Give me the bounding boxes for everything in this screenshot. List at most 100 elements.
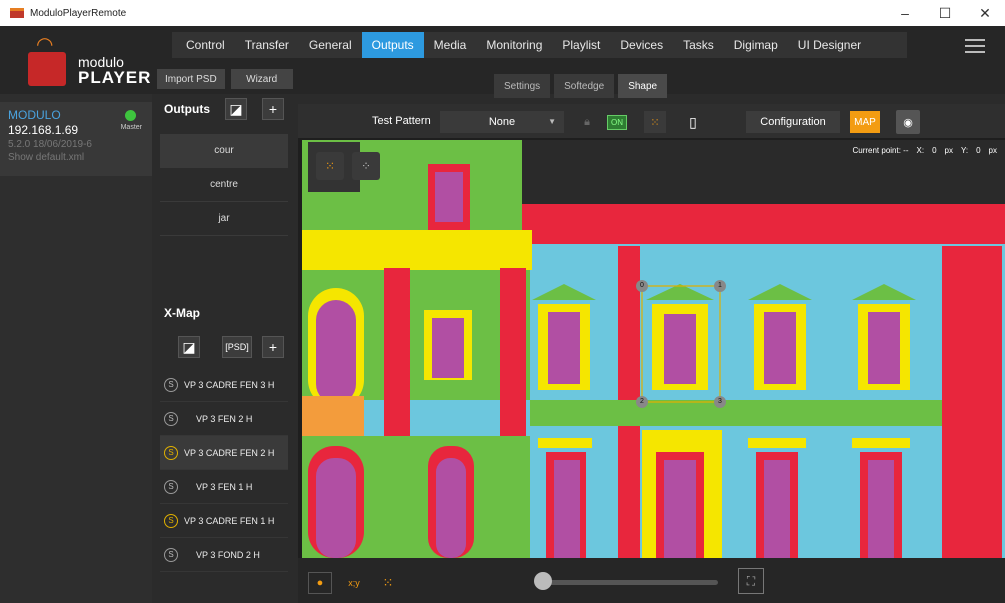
- logo-box: [28, 52, 66, 86]
- shape-badge-icon: S: [164, 513, 178, 528]
- chevron-down-icon: ▼: [548, 117, 556, 126]
- viewer-bottom-bar: ● x;y ⁙ ⛶: [298, 558, 1005, 603]
- configuration-button[interactable]: Configuration: [746, 111, 840, 133]
- point-select-icon[interactable]: ●: [308, 572, 332, 594]
- nav-control[interactable]: Control: [176, 32, 235, 58]
- main-nav: Control Transfer General Outputs Media M…: [172, 32, 907, 58]
- output-item-jar[interactable]: jar: [160, 202, 288, 236]
- mapping-canvas[interactable]: 0 1 2 3 ⁙ ⁘ Current point: -- X: 0 px Y:…: [302, 140, 1005, 558]
- import-psd-button[interactable]: Import PSD: [157, 69, 225, 89]
- control-point[interactable]: 3: [714, 396, 726, 408]
- xmap-item[interactable]: S VP 3 CADRE FEN 3 H: [160, 368, 288, 402]
- x-unit: px: [944, 146, 953, 155]
- xmap-item-label: VP 3 FEN 1 H: [196, 481, 253, 492]
- nav-devices[interactable]: Devices: [610, 32, 673, 58]
- y-label: Y:: [960, 146, 969, 155]
- corner-points-icon[interactable]: ⁙: [376, 572, 400, 594]
- xmap-item[interactable]: S VP 3 FEN 1 H: [160, 470, 288, 504]
- server-card[interactable]: MODULO 192.168.1.69 5.2.0 18/06/2019-6 S…: [0, 102, 152, 176]
- import-output-icon[interactable]: ◪: [225, 98, 247, 120]
- server-panel: MODULO 192.168.1.69 5.2.0 18/06/2019-6 S…: [0, 94, 152, 603]
- test-pattern-value: None: [488, 116, 516, 128]
- map-button[interactable]: MAP: [850, 111, 880, 133]
- x-label: X:: [916, 146, 925, 155]
- import-xmap-icon[interactable]: ◪: [178, 336, 200, 358]
- server-version: 5.2.0 18/06/2019-6: [8, 139, 92, 150]
- output-subtabs: Settings Softedge Shape: [494, 74, 668, 98]
- modulo-player-logo: ◠ modulo PLAYER: [20, 32, 155, 90]
- hamburger-menu-icon[interactable]: [963, 36, 987, 56]
- xmap-item[interactable]: S VP 3 CADRE FEN 2 H: [160, 436, 288, 470]
- fit-to-screen-icon[interactable]: ⛶: [738, 568, 764, 594]
- shape-badge-icon: S: [164, 377, 178, 392]
- close-button[interactable]: ✕: [965, 0, 1005, 26]
- facade-map-image: [302, 140, 1005, 558]
- control-point[interactable]: 1: [714, 280, 726, 292]
- grid-dots-outline-icon[interactable]: ⁘: [352, 152, 380, 180]
- add-xmap-button[interactable]: +: [262, 336, 284, 358]
- nav-playlist[interactable]: Playlist: [552, 32, 610, 58]
- xmap-item-label: VP 3 FEN 2 H: [196, 413, 253, 424]
- xmap-heading: X-Map: [164, 306, 200, 320]
- window-titlebar: ModuloPlayerRemote – ☐ ✕: [0, 0, 1005, 26]
- x-value: 0: [932, 146, 937, 155]
- coordinate-readout: Current point: -- X: 0 px Y: 0 px: [852, 146, 997, 155]
- tab-shape[interactable]: Shape: [618, 74, 668, 98]
- server-role: Master: [120, 124, 142, 131]
- outputs-column: Outputs ◪ + cour centre jar X-Map ◪ [PSD…: [152, 94, 292, 603]
- outputs-heading: Outputs: [164, 102, 210, 116]
- on-toggle-label: ON: [607, 114, 627, 130]
- nav-outputs[interactable]: Outputs: [361, 32, 424, 58]
- nav-media[interactable]: Media: [424, 32, 477, 58]
- xmap-item[interactable]: S VP 3 CADRE FEN 1 H: [160, 504, 288, 538]
- nav-general[interactable]: General: [299, 32, 362, 58]
- control-point[interactable]: 0: [636, 280, 648, 292]
- xmap-item[interactable]: S VP 3 FEN 2 H: [160, 402, 288, 436]
- shape-badge-icon: S: [164, 411, 178, 426]
- xmap-item[interactable]: S VP 3 FOND 2 H: [160, 538, 288, 572]
- nav-transfer[interactable]: Transfer: [235, 32, 299, 58]
- y-unit: px: [988, 146, 997, 155]
- outputs-list: cour centre jar: [160, 134, 288, 236]
- xmap-item-label: VP 3 CADRE FEN 3 H: [184, 379, 275, 390]
- current-point-label: Current point: --: [852, 146, 909, 155]
- maximize-button[interactable]: ☐: [925, 0, 965, 26]
- server-name: MODULO: [8, 108, 61, 122]
- y-value: 0: [976, 146, 981, 155]
- zoom-slider-thumb[interactable]: [534, 572, 552, 590]
- nav-ui-designer[interactable]: UI Designer: [788, 32, 871, 58]
- camera-icon[interactable]: ◉: [896, 110, 920, 134]
- tab-softedge[interactable]: Softedge: [554, 74, 615, 98]
- logo-line2: PLAYER: [78, 68, 152, 87]
- wizard-button[interactable]: Wizard: [230, 69, 293, 89]
- tab-settings[interactable]: Settings: [494, 74, 551, 98]
- test-pattern-select[interactable]: None ▼: [440, 111, 564, 133]
- zoom-slider-track[interactable]: [538, 580, 718, 585]
- shape-badge-icon: S: [164, 547, 178, 562]
- minimize-button[interactable]: –: [885, 0, 925, 26]
- output-item-cour[interactable]: cour: [160, 134, 288, 168]
- nav-tasks[interactable]: Tasks: [673, 32, 724, 58]
- psd-button[interactable]: [PSD]: [222, 336, 252, 358]
- app-header: ◠ modulo PLAYER Control Transfer General…: [0, 26, 1005, 98]
- shape-viewer: Test Pattern None ▼ 🔒︎ ON ⁙ ▯ Configurat…: [298, 104, 1005, 603]
- on-toggle[interactable]: ON: [606, 111, 628, 133]
- lock-icon[interactable]: 🔒︎: [576, 111, 598, 133]
- add-output-button[interactable]: +: [262, 98, 284, 120]
- mouse-icon[interactable]: ▯: [682, 111, 704, 133]
- nav-digimap[interactable]: Digimap: [724, 32, 788, 58]
- shape-badge-icon: S: [164, 445, 178, 460]
- xmap-item-label: VP 3 FOND 2 H: [196, 549, 260, 560]
- grid-points-icon[interactable]: ⁙: [644, 111, 666, 133]
- control-point[interactable]: 2: [636, 396, 648, 408]
- viewer-toolbar: Test Pattern None ▼ 🔒︎ ON ⁙ ▯ Configurat…: [298, 104, 1005, 138]
- xy-coordinate-icon[interactable]: x;y: [342, 572, 366, 594]
- nav-monitoring[interactable]: Monitoring: [476, 32, 552, 58]
- window-title: ModuloPlayerRemote: [30, 7, 127, 19]
- output-item-centre[interactable]: centre: [160, 168, 288, 202]
- grid-dots-filled-icon[interactable]: ⁙: [316, 152, 344, 180]
- xmap-list: S VP 3 CADRE FEN 3 H S VP 3 FEN 2 H S VP…: [160, 368, 288, 572]
- status-dot: [125, 110, 136, 121]
- app-icon: [10, 8, 24, 18]
- xmap-item-label: VP 3 CADRE FEN 1 H: [184, 515, 275, 526]
